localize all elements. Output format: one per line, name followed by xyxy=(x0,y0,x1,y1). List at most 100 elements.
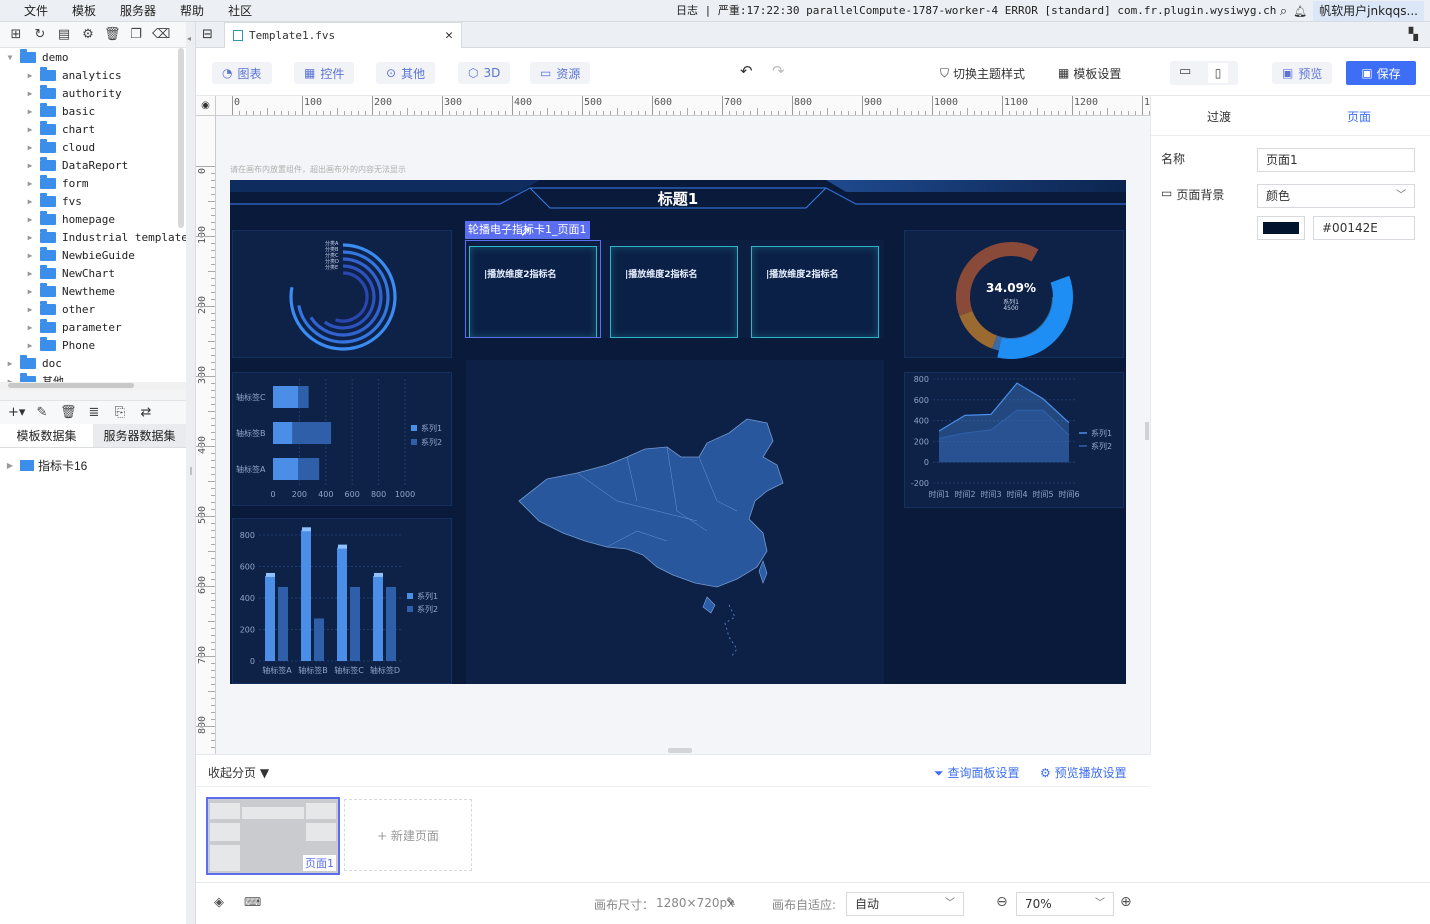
menu-server[interactable]: 服务器 xyxy=(108,2,168,19)
refresh-icon[interactable]: ↻ xyxy=(32,27,48,43)
tab-transition[interactable]: 过渡 xyxy=(1207,108,1231,125)
chevron-right-icon[interactable]: ▶ xyxy=(24,107,36,116)
tree-item[interactable]: ▶ parameter xyxy=(24,318,122,336)
database-icon[interactable]: ≣ xyxy=(86,405,102,421)
copy-icon[interactable]: ❐ xyxy=(128,27,144,43)
settings-icon[interactable]: ⚙ xyxy=(80,27,96,43)
preview-play-settings[interactable]: ⚙ 预览播放设置 xyxy=(1040,764,1127,781)
file-tab[interactable]: Template1.fvs ✕ xyxy=(224,22,462,48)
chevron-right-icon[interactable]: ▶ xyxy=(24,125,36,134)
tab-page[interactable]: 页面 xyxy=(1347,108,1371,125)
widget-button[interactable]: ▦ 控件 xyxy=(294,62,355,84)
tree-item[interactable]: ▶ NewChart xyxy=(24,264,115,282)
chevron-right-icon[interactable]: ▶ xyxy=(4,359,16,368)
pencil-icon[interactable]: ✎ xyxy=(726,895,736,909)
tree-scrollbar[interactable] xyxy=(178,48,184,228)
tree-item[interactable]: ▶ NewbieGuide xyxy=(24,246,135,264)
color-swatch[interactable] xyxy=(1257,216,1305,240)
desktop-icon[interactable]: ▭ xyxy=(1179,64,1191,79)
theme-button[interactable]: ⛉ 切换主题样式 xyxy=(940,62,1025,84)
resource-button[interactable]: ▭ 资源 xyxy=(530,62,591,84)
map-panel[interactable] xyxy=(466,360,884,684)
close-icon[interactable]: ✕ xyxy=(445,28,453,43)
tree-hscrollbar[interactable] xyxy=(0,382,186,390)
selection-box[interactable] xyxy=(465,240,601,338)
horizontal-bar-chart-panel[interactable]: 轴标签C 轴标签B 轴标签A 0 200 400 600 800 1000 系列1 系列2 xyxy=(232,372,452,506)
page-thumbnail-1[interactable]: 页面1 xyxy=(206,797,340,875)
keyboard-icon[interactable]: ⌨ xyxy=(244,895,261,909)
chevron-right-icon[interactable]: ▶ xyxy=(24,215,36,224)
tree-item[interactable]: ▶ basic xyxy=(24,102,95,120)
tree-item[interactable]: ▶ Industrial template xyxy=(24,228,186,246)
undo-icon[interactable]: ↶ xyxy=(740,62,753,80)
tree-item[interactable]: ▶ DataReport xyxy=(24,156,128,174)
pin-icon[interactable]: ▚ xyxy=(1409,27,1418,41)
tree-item[interactable]: ▶ fvs xyxy=(24,192,82,210)
dataset-item[interactable]: ▶ 指标卡16 xyxy=(4,456,87,474)
tree-item[interactable]: ▶ Newtheme xyxy=(24,282,115,300)
tree-item[interactable]: ▼ demo xyxy=(4,48,69,66)
replace-dataset-icon[interactable]: ⇄ xyxy=(138,405,154,421)
empty-panel[interactable] xyxy=(904,516,1124,684)
chevron-right-icon[interactable]: ▶ xyxy=(24,197,36,206)
menu-file[interactable]: 文件 xyxy=(0,2,60,19)
tree-item[interactable]: ▶ homepage xyxy=(24,210,115,228)
menu-template[interactable]: 模板 xyxy=(60,2,108,19)
edit-icon[interactable]: ✎ xyxy=(34,405,50,421)
ruler-corner[interactable]: ◉ xyxy=(196,96,216,116)
page-name-input[interactable]: 页面1 xyxy=(1257,148,1415,172)
tree-item[interactable]: ▶ other xyxy=(24,300,95,318)
expand-arrow-icon[interactable]: ▶ xyxy=(4,461,16,470)
chevron-right-icon[interactable]: ▶ xyxy=(24,287,36,296)
panel-collapse-handle[interactable] xyxy=(1145,422,1149,440)
collapse-pages-button[interactable]: 收起分页 ▼ xyxy=(208,764,269,781)
redo-icon[interactable]: ↷ xyxy=(772,62,785,80)
chevron-right-icon[interactable]: ▶ xyxy=(24,269,36,278)
query-panel-settings[interactable]: ⏷ 查询面板设置 xyxy=(934,764,1019,781)
chevron-right-icon[interactable]: ▶ xyxy=(24,305,36,314)
template-settings-button[interactable]: ▦ 模板设置 xyxy=(1058,62,1121,84)
zoom-select[interactable]: 70% ﹀ xyxy=(1016,892,1114,916)
bell-icon[interactable]: 🔔︎ xyxy=(1293,5,1307,18)
tree-item[interactable]: ▶ analytics xyxy=(24,66,122,84)
indicator-card-3[interactable]: |播放维度2指标名 xyxy=(751,246,879,338)
vertical-bar-chart-panel[interactable]: 0 200 400 600 800 轴标签A 轴标签B 轴标签C 轴标签D 系列1 系列2 xyxy=(232,518,452,684)
chevron-down-icon[interactable]: ▼ xyxy=(4,53,16,62)
tree-item[interactable]: ▶ chart xyxy=(24,120,95,138)
zoom-out-icon[interactable]: ⊖ xyxy=(996,894,1008,910)
zoom-in-icon[interactable]: ⊕ xyxy=(1120,894,1132,910)
chevron-right-icon[interactable]: ▶ xyxy=(24,233,36,242)
tablet-icon[interactable]: ▯ xyxy=(1208,63,1228,83)
template-list-icon[interactable]: ⊟ xyxy=(202,27,213,42)
preview-button[interactable]: ▣ 预览 xyxy=(1272,62,1333,84)
tab-template-dataset[interactable]: 模板数据集 xyxy=(0,424,93,447)
chevron-right-icon[interactable]: ▶ xyxy=(24,71,36,80)
new-template-icon[interactable]: ⊞ xyxy=(8,27,24,43)
area-chart-panel[interactable]: 800 600 400 200 0 -200 时间1 时间2 时间3 时间4 时间5 时间6 系列1 系列… xyxy=(904,372,1124,508)
donut-chart-panel[interactable]: 34.09% 系列1 4500 xyxy=(904,230,1124,359)
user-button[interactable]: 帆软用户jnkqqs... xyxy=(1313,1,1424,21)
tree-item[interactable]: ▶ authority xyxy=(24,84,122,102)
layers-icon[interactable]: ◈ xyxy=(214,895,224,910)
chevron-right-icon[interactable]: ▶ xyxy=(24,179,36,188)
dashboard-title[interactable]: 标题1 xyxy=(230,188,1126,209)
tree-item[interactable]: ▶ Phone xyxy=(24,336,95,354)
left-splitter[interactable]: ◂ ‖ xyxy=(186,22,196,924)
chevron-right-icon[interactable]: ▶ xyxy=(24,251,36,260)
save-button[interactable]: ▣ 保存 xyxy=(1346,61,1416,85)
canvas-adapt-select[interactable]: 自动 ﹀ xyxy=(846,892,964,916)
chevron-right-icon[interactable]: ▶ xyxy=(24,161,36,170)
radial-chart-panel[interactable]: 分类A 分类B 分类C 分类D 分类E xyxy=(232,230,452,358)
trash-icon[interactable]: ⌫ xyxy=(152,27,170,43)
chevron-right-icon[interactable]: ▶ xyxy=(24,143,36,152)
tree-item[interactable]: ▶ cloud xyxy=(24,138,95,156)
menu-help[interactable]: 帮助 xyxy=(168,2,216,19)
other-button[interactable]: ⊙ 其他 xyxy=(376,62,436,84)
add-dataset-icon[interactable]: +▾ xyxy=(8,405,25,421)
delete-icon[interactable]: 🗑︎ xyxy=(104,27,121,43)
tree-item[interactable]: ▶ form xyxy=(24,174,89,192)
chevron-right-icon[interactable]: ▶ xyxy=(24,341,36,350)
search-icon[interactable]: ⌕ xyxy=(1280,4,1287,19)
indicator-card-2[interactable]: |播放维度2指标名 xyxy=(610,246,738,338)
chart-button[interactable]: ◔ 图表 xyxy=(212,62,272,84)
